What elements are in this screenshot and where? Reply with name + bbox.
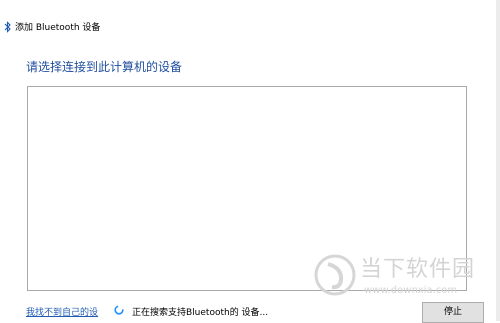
- title-bar: 添加 Bluetooth 设备: [0, 0, 500, 33]
- page-heading: 请选择连接到此计算机的设备: [26, 60, 183, 74]
- window-title: 添加 Bluetooth 设备: [15, 23, 101, 33]
- bluetooth-icon: [4, 21, 11, 33]
- cant-find-device-link[interactable]: 我找不到自己的设: [26, 307, 98, 319]
- window-edge: [496, 0, 500, 321]
- stop-button[interactable]: 停止: [422, 302, 484, 323]
- loading-spinner-icon: [114, 305, 124, 315]
- device-list[interactable]: [27, 86, 467, 291]
- search-status-text: 正在搜索支持Bluetooth的 设备...: [132, 308, 269, 318]
